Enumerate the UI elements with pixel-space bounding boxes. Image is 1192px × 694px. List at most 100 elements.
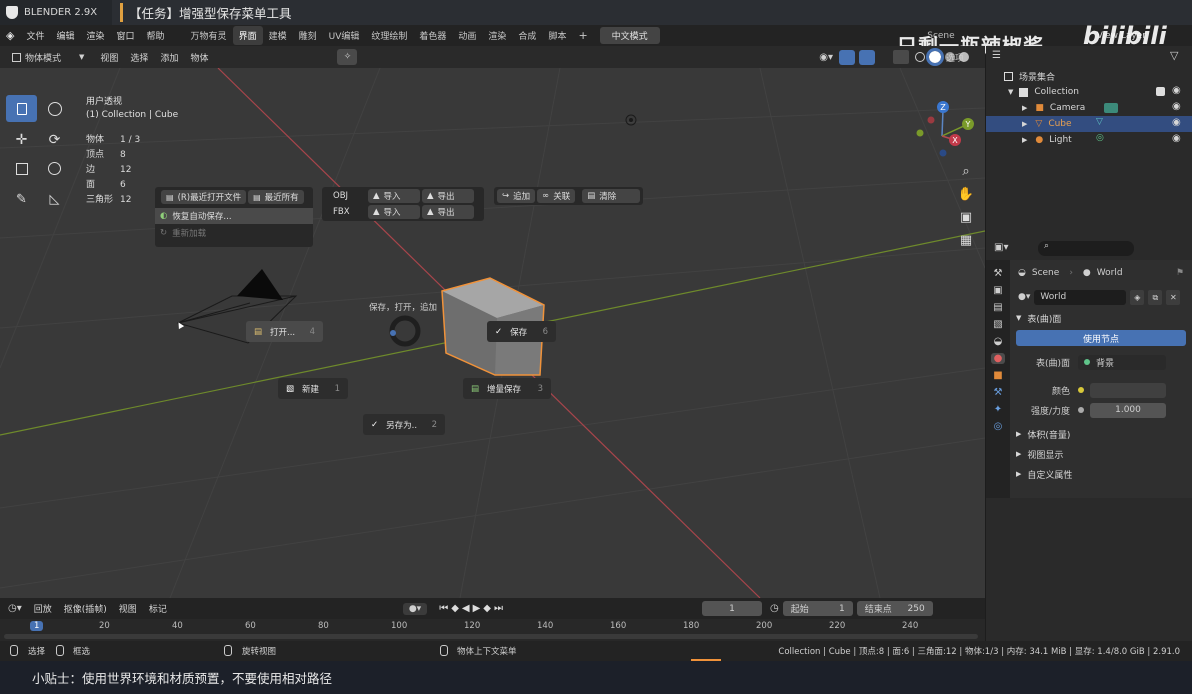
ortho-grid-icon[interactable]: ▦	[960, 233, 972, 248]
pie-incremental-save-button[interactable]: ▤ 增量保存 3	[463, 378, 551, 399]
outliner-light-row[interactable]: ▶ ● Light ◎ ◉	[986, 132, 1192, 148]
menu-file[interactable]: 文件	[20, 29, 50, 42]
tab-texture-paint[interactable]: 纹理绘制	[365, 26, 413, 45]
pie-save-as-button[interactable]: ✓ 另存为.. 2	[363, 414, 445, 435]
world-name-field[interactable]: World	[1034, 289, 1127, 305]
particles-tab-icon[interactable]: ✦	[994, 404, 1002, 415]
append-button[interactable]: ↪ 追加	[497, 189, 536, 203]
strength-field[interactable]: 1.000	[1090, 402, 1166, 418]
pin-icon[interactable]: ⚑	[1176, 268, 1184, 278]
object-tab-icon[interactable]: ■	[993, 370, 1002, 381]
view-layer-tab-icon[interactable]: ▧	[993, 319, 1002, 330]
pan-hand-icon[interactable]: ✋	[958, 187, 974, 202]
annotate-tool[interactable]: ✎	[6, 186, 37, 213]
timeline-playback-menu[interactable]: 回放	[28, 602, 58, 615]
menu-edit[interactable]: 编辑	[50, 29, 80, 42]
tool-tab-icon[interactable]: ⚒	[994, 268, 1003, 279]
eye-icon[interactable]: ◉	[1172, 101, 1181, 112]
start-frame-field[interactable]: 起始 1	[782, 601, 853, 616]
timeline-keying-menu[interactable]: 抠像(插帧)	[58, 602, 113, 615]
use-nodes-button[interactable]: 使用节点	[1016, 330, 1186, 346]
output-tab-icon[interactable]: ▤	[993, 302, 1002, 313]
recover-autosave-item[interactable]: ◐ 恢复自动保存...	[155, 208, 313, 224]
shading-solid-icon[interactable]	[926, 48, 944, 66]
pie-save-button[interactable]: ✓ 保存 6	[487, 321, 556, 342]
fbx-import-button[interactable]: ▲ 导入	[368, 205, 420, 219]
add-workspace-icon[interactable]: +	[572, 26, 593, 45]
eyedropper-icon[interactable]: ✧	[337, 49, 358, 65]
timeline-editor-icon[interactable]: ◷▾	[8, 603, 22, 614]
shading-wireframe-icon[interactable]	[915, 52, 925, 62]
outliner-scene-collection[interactable]: 场景集合	[986, 68, 1192, 84]
reload-item[interactable]: ↻ 重新加载	[155, 225, 313, 241]
world-selector-icon[interactable]: ●▾	[1018, 292, 1030, 302]
overlay-toggle-icon[interactable]	[859, 49, 875, 65]
end-frame-field[interactable]: 结束点 250	[856, 601, 933, 616]
timeline-view-menu[interactable]: 视图	[113, 602, 143, 615]
recent-file-button[interactable]: ▤ (R)最近打开文件	[161, 190, 247, 204]
menu-help[interactable]: 帮助	[141, 29, 171, 42]
current-frame-field[interactable]: 1	[701, 601, 762, 616]
recent-all-button[interactable]: ▤ 最近所有	[248, 190, 304, 204]
outliner-cube-row[interactable]: ▶ ▽ Cube ▽ ◉	[986, 116, 1192, 132]
timeline-marker-menu[interactable]: 标记	[143, 602, 173, 615]
vp-menu-select[interactable]: 选择	[124, 51, 154, 64]
tab-shading[interactable]: 着色器	[413, 26, 452, 45]
vp-menu-add[interactable]: 添加	[154, 51, 184, 64]
tab-sculpting[interactable]: 雕刻	[293, 26, 323, 45]
select-box-tool[interactable]	[6, 95, 37, 122]
menu-window[interactable]: 窗口	[111, 29, 141, 42]
volume-section-header[interactable]: ▶ 体积(音量)	[1010, 424, 1192, 444]
tab-workspace-0[interactable]: 万物有灵	[185, 26, 233, 45]
collection-checkbox[interactable]	[1156, 87, 1165, 96]
navigation-gizmo[interactable]: Z Y X	[916, 101, 975, 157]
obj-export-button[interactable]: ▲ 导出	[422, 189, 474, 203]
vp-menu-view[interactable]: 视图	[94, 51, 124, 64]
outliner-camera-row[interactable]: ▶ ■ Camera ◉	[986, 100, 1192, 116]
chinese-mode-button[interactable]: 中文模式	[599, 27, 660, 44]
timeline-scrollbar[interactable]	[4, 634, 978, 639]
pie-open-button[interactable]: ▤ 打开... 4	[246, 321, 323, 342]
link-button[interactable]: ∞ 关联	[537, 189, 576, 203]
measure-tool[interactable]: ◺	[39, 186, 70, 213]
timeline-ruler[interactable]: 1 20 40 60 80 100 120 140 160 180 200 220 240	[0, 619, 985, 641]
scale-tool[interactable]	[6, 155, 37, 182]
xray-icon[interactable]	[893, 50, 909, 64]
camera-view-icon[interactable]: ▣	[960, 210, 972, 225]
modifier-tab-icon[interactable]: ⚒	[994, 387, 1003, 398]
zoom-icon[interactable]: ⌕	[962, 164, 969, 179]
3d-viewport[interactable]: Z Y X ✛ ⟳ ✎ ◺ 用户透视 (1) Collection | Cube…	[0, 68, 985, 598]
viewport-display-section-header[interactable]: ▶ 视图显示	[1010, 444, 1192, 464]
rotate-tool[interactable]: ⟳	[39, 126, 70, 153]
outliner-collection-row[interactable]: ▼ Collection ◉	[986, 84, 1192, 100]
properties-search-input[interactable]: ⌕	[1038, 241, 1134, 256]
obj-import-button[interactable]: ▲ 导入	[368, 189, 420, 203]
cursor-tool[interactable]	[39, 95, 70, 122]
custom-props-section-header[interactable]: ▶ 自定义属性	[1010, 464, 1192, 484]
visibility-icon[interactable]: ◉▾	[819, 52, 833, 63]
render-tab-icon[interactable]: ▣	[993, 285, 1002, 296]
pie-new-button[interactable]: ▧ 新建 1	[278, 378, 348, 399]
tab-modeling[interactable]: 建模	[263, 26, 293, 45]
playback-controls[interactable]: ⏮◆◀▶◆⏭	[439, 603, 506, 614]
surface-shader-field[interactable]: 背景	[1078, 354, 1166, 370]
move-tool[interactable]: ✛	[6, 126, 37, 153]
eye-icon[interactable]: ◉	[1172, 117, 1181, 128]
eye-icon[interactable]: ◉	[1172, 133, 1181, 144]
gizmo-toggle-icon[interactable]	[839, 49, 855, 65]
transform-tool[interactable]	[39, 155, 70, 182]
close-icon[interactable]: ✕	[1166, 289, 1181, 305]
vp-menu-object[interactable]: 物体	[184, 51, 214, 64]
duplicate-icon[interactable]: ⧉	[1148, 289, 1163, 305]
surface-section-header[interactable]: ▼ 表(曲)面	[1010, 308, 1192, 328]
menu-render[interactable]: 渲染	[81, 29, 111, 42]
tab-rendering[interactable]: 渲染	[482, 26, 512, 45]
fbx-export-button[interactable]: ▲ 导出	[422, 205, 474, 219]
eye-icon[interactable]: ◉	[1172, 85, 1181, 96]
physics-tab-icon[interactable]: ◎	[994, 421, 1003, 432]
blender-menu-icon[interactable]: ◈	[0, 29, 20, 42]
properties-editor-icon[interactable]: ▣▾	[994, 242, 1008, 253]
world-tab-icon[interactable]: ●	[990, 353, 1006, 364]
scene-tab-icon[interactable]: ◒	[994, 336, 1003, 347]
tab-workspace-layout[interactable]: 界面	[232, 26, 263, 45]
